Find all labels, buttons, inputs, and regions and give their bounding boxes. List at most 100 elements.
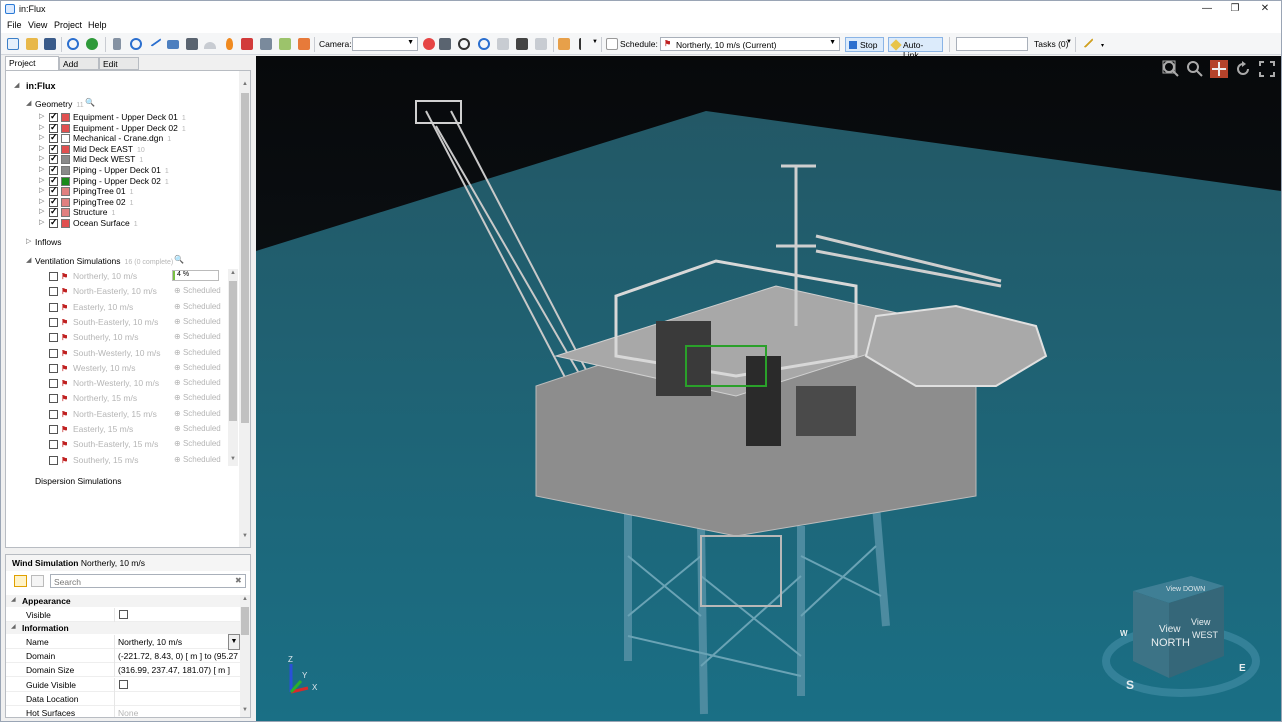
focus-icon[interactable] bbox=[478, 38, 490, 50]
simulation-item[interactable]: ⚑ South-Easterly, 10 m/s ⊕ Scheduled bbox=[6, 317, 228, 328]
categorized-view-icon[interactable] bbox=[14, 575, 27, 587]
fullscreen-icon[interactable] bbox=[1258, 60, 1276, 78]
save-icon[interactable] bbox=[44, 38, 56, 50]
property-row[interactable]: Domain (-221.72, 8.43, 0) [ m ] to (95.27 bbox=[6, 649, 240, 664]
geometry-item[interactable]: ▷PipingTree 011 bbox=[6, 185, 226, 197]
delete-camera-icon[interactable] bbox=[423, 38, 435, 50]
clear-search-icon[interactable]: ✖ bbox=[235, 576, 242, 585]
simulation-checkbox[interactable] bbox=[49, 363, 58, 373]
geometry-search-icon[interactable]: 🔍 bbox=[85, 98, 95, 107]
close-button[interactable]: ✕ bbox=[1251, 2, 1279, 16]
simulation-checkbox[interactable] bbox=[49, 302, 58, 312]
simulation-item[interactable]: ⚑ Easterly, 10 m/s ⊕ Scheduled bbox=[6, 302, 228, 313]
simulation-checkbox[interactable] bbox=[49, 333, 58, 343]
zoom-extents-icon[interactable] bbox=[1162, 60, 1180, 78]
dome-icon[interactable] bbox=[204, 42, 216, 49]
simulation-item[interactable]: ⚑ South-Easterly, 15 m/s ⊕ Scheduled bbox=[6, 439, 228, 450]
simulation-checkbox[interactable] bbox=[49, 348, 58, 358]
simulation-checkbox[interactable] bbox=[49, 379, 58, 389]
geometry-item[interactable]: ▷PipingTree 021 bbox=[6, 196, 226, 208]
view-cube-down[interactable]: View DOWN bbox=[1166, 586, 1205, 593]
auto-link-button[interactable]: Auto-Link bbox=[888, 37, 943, 60]
simulation-item[interactable]: ⚑ Westerly, 10 m/s ⊕ Scheduled bbox=[6, 363, 228, 374]
simulation-item[interactable]: ⚑ Northerly, 15 m/s ⊕ Scheduled bbox=[6, 393, 228, 404]
tree-ventilation[interactable]: ◢ Ventilation Simulations 16 (0 complete)… bbox=[6, 255, 206, 267]
capture-icon[interactable] bbox=[439, 38, 451, 50]
fire-icon[interactable] bbox=[226, 38, 233, 50]
domain-dropdown[interactable]: ▼ bbox=[228, 634, 240, 650]
geometry-item[interactable]: ▷Mid Deck EAST10 bbox=[6, 143, 226, 155]
simulation-checkbox[interactable] bbox=[49, 409, 58, 419]
run-icon[interactable] bbox=[86, 38, 98, 50]
property-scrollbar[interactable]: ▲ ▼ bbox=[240, 595, 250, 717]
camera-tool-icon[interactable] bbox=[186, 38, 198, 50]
tree-geometry[interactable]: ◢ Geometry 11 🔍 bbox=[6, 98, 206, 110]
menu-view[interactable]: View bbox=[28, 20, 47, 30]
3d-viewport[interactable]: Z Y X View NORTH View WEST View DOWN S E… bbox=[256, 56, 1281, 721]
box-tool-icon[interactable] bbox=[167, 40, 179, 49]
layout-icon[interactable] bbox=[497, 38, 509, 50]
panel-icon[interactable] bbox=[260, 38, 272, 50]
simulation-item[interactable]: ⚑ North-Westerly, 10 m/s ⊕ Scheduled bbox=[6, 378, 228, 389]
geometry-item[interactable]: ▷Ocean Surface1 bbox=[6, 217, 226, 229]
simulation-item[interactable]: ⚑ North-Easterly, 15 m/s ⊕ Scheduled bbox=[6, 409, 228, 420]
geometry-visible-checkbox[interactable] bbox=[49, 217, 58, 228]
frame-icon[interactable] bbox=[535, 38, 547, 50]
guide-visible-checkbox[interactable] bbox=[119, 679, 128, 689]
tree-scrollbar[interactable]: ▲ ▼ bbox=[239, 71, 250, 547]
camera-select[interactable]: ▼ bbox=[352, 37, 418, 51]
zoom-icon[interactable] bbox=[1186, 60, 1204, 78]
simulation-checkbox[interactable] bbox=[49, 287, 58, 297]
simulation-checkbox[interactable] bbox=[49, 440, 58, 450]
geometry-item[interactable]: ▷Mid Deck WEST1 bbox=[6, 153, 226, 165]
open-folder-icon[interactable] bbox=[26, 38, 38, 50]
view-cube-west[interactable]: View bbox=[1191, 617, 1211, 627]
grid-icon[interactable] bbox=[298, 38, 310, 50]
alphabetical-view-icon[interactable] bbox=[31, 575, 44, 587]
simulation-checkbox[interactable] bbox=[49, 394, 58, 404]
geometry-item[interactable]: ▷Mechanical - Crane.dgn1 bbox=[6, 132, 226, 144]
tasks-label[interactable]: Tasks (0) bbox=[1034, 39, 1068, 49]
property-row[interactable]: Name Northerly, 10 m/s bbox=[6, 635, 240, 649]
simulation-item[interactable]: ⚑ South-Westerly, 10 m/s ⊕ Scheduled bbox=[6, 348, 228, 359]
geometry-item[interactable]: ▷Equipment - Upper Deck 021 bbox=[6, 122, 226, 134]
property-row[interactable]: Domain Size (316.99, 237.47, 181.07) [ m … bbox=[6, 663, 240, 678]
simulation-checkbox[interactable] bbox=[49, 272, 58, 281]
tasks-dropdown[interactable]: ▼ bbox=[1066, 39, 1072, 45]
category-appearance[interactable]: Appearance bbox=[6, 595, 240, 607]
tab-project-items[interactable]: Project Items bbox=[5, 56, 59, 78]
simulation-checkbox[interactable] bbox=[49, 455, 58, 465]
line-tool-icon[interactable] bbox=[148, 35, 162, 47]
ventilation-search-icon[interactable]: 🔍 bbox=[174, 255, 184, 264]
geometry-item[interactable]: ▷Structure1 bbox=[6, 206, 226, 218]
category-information[interactable]: Information bbox=[6, 622, 240, 634]
stop-button[interactable]: Stop bbox=[845, 37, 884, 52]
toolbar-overflow[interactable]: ▾ bbox=[1101, 42, 1104, 49]
simulation-item[interactable]: ⚑ Southerly, 10 m/s ⊕ Scheduled bbox=[6, 332, 228, 343]
tab-add-item[interactable]: Add Item bbox=[59, 57, 99, 79]
tab-edit-item[interactable]: Edit Item bbox=[99, 57, 139, 79]
simulation-item[interactable]: ⚑ Northerly, 10 m/s 4 % bbox=[6, 270, 228, 282]
property-search-input[interactable]: Search bbox=[50, 574, 246, 588]
pointer-icon[interactable] bbox=[579, 38, 585, 50]
simulation-checkbox[interactable] bbox=[49, 425, 58, 434]
geometry-item[interactable]: ▷Equipment - Upper Deck 011 bbox=[6, 111, 226, 123]
simulation-item[interactable]: ⚑ Easterly, 15 m/s ⊕ Scheduled bbox=[6, 424, 228, 435]
visible-checkbox[interactable] bbox=[119, 610, 128, 619]
table-icon[interactable] bbox=[516, 38, 528, 50]
menu-file[interactable]: File bbox=[7, 20, 22, 30]
property-row[interactable]: Hot Surfaces None bbox=[6, 706, 240, 717]
view-cube-north[interactable]: View bbox=[1159, 624, 1181, 635]
new-project-icon[interactable] bbox=[7, 38, 19, 50]
rotate-icon[interactable] bbox=[1234, 60, 1252, 78]
simulations-scrollbar[interactable]: ▲ ▼ bbox=[228, 269, 238, 466]
info-icon[interactable] bbox=[67, 38, 79, 50]
property-row[interactable]: Data Location bbox=[6, 691, 240, 706]
menu-help[interactable]: Help bbox=[88, 20, 107, 30]
pointer-dropdown[interactable]: ▼ bbox=[592, 39, 598, 45]
draw-icon[interactable] bbox=[1080, 34, 1094, 49]
minimize-button[interactable]: — bbox=[1193, 2, 1221, 16]
target-icon[interactable] bbox=[130, 38, 142, 50]
link-icon[interactable] bbox=[558, 38, 570, 50]
pan-icon[interactable] bbox=[1210, 60, 1228, 78]
